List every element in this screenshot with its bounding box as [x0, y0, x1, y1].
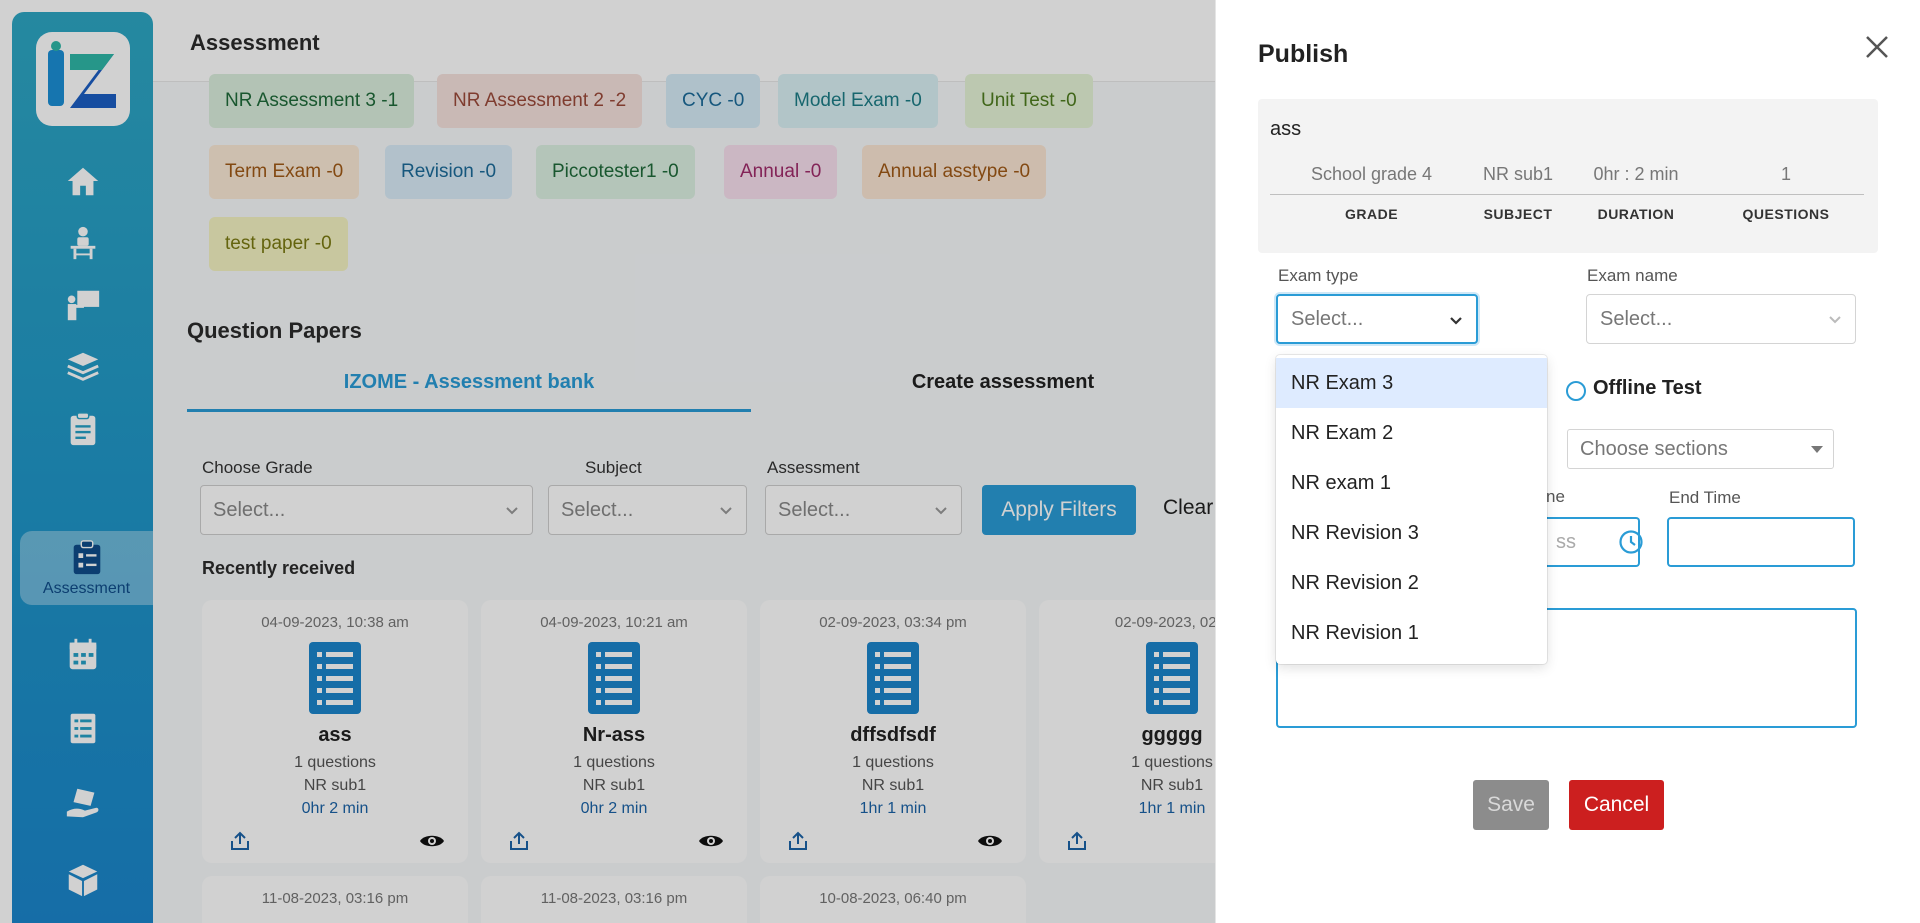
offline-test-radio[interactable] [1566, 381, 1586, 401]
start-time-label: ne [1546, 487, 1565, 506]
end-time-input[interactable] [1667, 517, 1855, 567]
exam-type-placeholder: Select... [1291, 307, 1364, 330]
cancel-button[interactable]: Cancel [1569, 780, 1664, 830]
close-icon[interactable] [1862, 32, 1892, 62]
grade-key: GRADE [1344, 206, 1399, 222]
modal-backdrop[interactable] [0, 0, 1215, 923]
exam-type-option[interactable]: NR Exam 3 [1276, 358, 1547, 408]
paper-summary: ass School grade 4 NR sub1 0hr : 2 min 1… [1258, 99, 1878, 253]
divider [1270, 194, 1864, 195]
exam-type-option[interactable]: NR exam 1 [1276, 458, 1547, 508]
questions-key: QUESTIONS [1742, 206, 1830, 222]
start-time-value: ss [1556, 530, 1576, 553]
paper-name: ass [1270, 118, 1302, 140]
exam-type-option[interactable]: NR Revision 3 [1276, 508, 1547, 558]
exam-type-option[interactable]: NR Revision 2 [1276, 558, 1547, 608]
exam-name-placeholder: Select... [1600, 307, 1673, 330]
duration-value: 0hr : 2 min [1593, 164, 1679, 184]
sections-placeholder: Choose sections [1580, 437, 1728, 460]
exam-name-select[interactable]: Select... [1586, 294, 1856, 344]
clock-icon[interactable] [1618, 529, 1644, 555]
grade-value: School grade 4 [1310, 164, 1433, 184]
exam-type-option[interactable]: NR Exam 2 [1276, 408, 1547, 458]
caret-down-icon [1811, 446, 1823, 453]
questions-value: 1 [1780, 164, 1791, 184]
exam-type-select[interactable]: Select... [1276, 294, 1478, 344]
exam-type-option[interactable]: NR Revision 1 [1276, 608, 1547, 658]
duration-key: DURATION [1597, 206, 1675, 222]
end-time-label: End Time [1669, 488, 1741, 507]
drawer-title: Publish [1258, 40, 1349, 68]
sections-select[interactable]: Choose sections [1567, 429, 1834, 469]
subject-key: SUBJECT [1483, 206, 1553, 222]
exam-name-label: Exam name [1587, 266, 1678, 285]
subject-value: NR sub1 [1482, 164, 1554, 184]
offline-test-label: Offline Test [1593, 377, 1702, 399]
save-button[interactable]: Save [1473, 780, 1549, 830]
chevron-down-icon [1829, 316, 1841, 324]
exam-type-menu: NR Exam 3 NR Exam 2 NR exam 1 NR Revisio… [1276, 355, 1547, 664]
chevron-down-icon [1450, 317, 1462, 325]
exam-type-label: Exam type [1278, 266, 1359, 285]
